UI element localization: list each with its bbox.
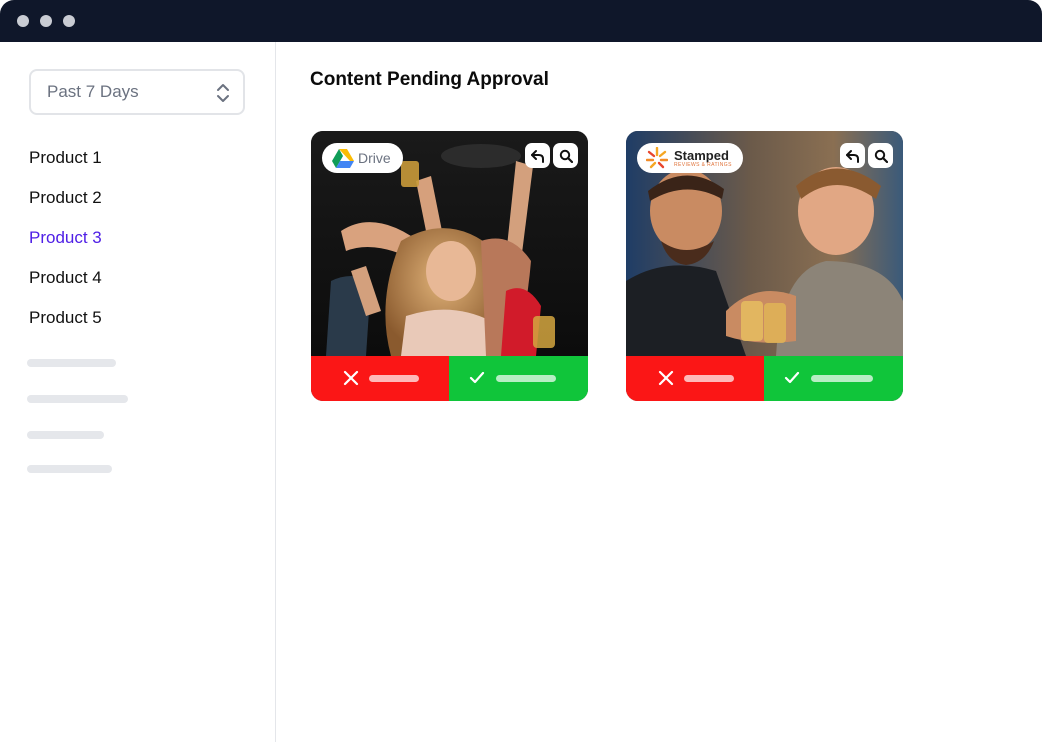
source-sublabel: REVIEWS & RATINGS [674,161,732,168]
page-title: Content Pending Approval [310,69,549,90]
source-label: Stamped [674,147,729,163]
reject-button[interactable] [311,356,449,401]
undo-icon [530,149,544,163]
approve-button[interactable] [449,356,588,401]
chevron-updown-icon [217,84,229,102]
skeleton-line [27,359,116,367]
approve-label-placeholder [496,375,556,382]
sidebar-item-product-4[interactable]: Product 4 [29,268,102,288]
skeleton-line [27,465,112,473]
content-card: Stamped REVIEWS & RATINGS [626,131,903,401]
skeleton-line [27,395,128,403]
undo-icon [845,149,859,163]
window-dot [40,15,52,27]
zoom-button[interactable] [868,143,893,168]
sidebar: Past 7 Days Product 1 Product 2 Product … [0,42,276,742]
skeleton-line [27,431,104,439]
window-dot [63,15,75,27]
google-drive-icon [332,148,354,168]
source-badge: Drive [322,143,403,173]
undo-button[interactable] [525,143,550,168]
zoom-button[interactable] [553,143,578,168]
sidebar-item-product-1[interactable]: Product 1 [29,148,102,168]
check-icon [784,371,800,384]
card-actions [626,356,903,401]
undo-button[interactable] [840,143,865,168]
stamped-logo-icon [646,147,668,169]
reject-label-placeholder [684,375,734,382]
sidebar-item-product-2[interactable]: Product 2 [29,188,102,208]
source-badge: Stamped REVIEWS & RATINGS [637,143,743,173]
stamped-wordmark: Stamped REVIEWS & RATINGS [674,149,732,168]
source-label: Drive [358,150,391,166]
window-titlebar [0,0,1042,42]
check-icon [469,371,485,384]
date-range-value: Past 7 Days [47,82,139,101]
approve-label-placeholder [811,375,873,382]
sidebar-item-product-5[interactable]: Product 5 [29,308,102,328]
reject-button[interactable] [626,356,764,401]
reject-label-placeholder [369,375,419,382]
sidebar-item-product-3[interactable]: Product 3 [29,228,102,248]
window-dot [17,15,29,27]
search-icon [559,149,573,163]
app-window: Past 7 Days Product 1 Product 2 Product … [0,0,1042,742]
date-range-select[interactable]: Past 7 Days [29,69,245,115]
close-icon [343,370,359,386]
card-actions [311,356,588,401]
close-icon [658,370,674,386]
approve-button[interactable] [764,356,903,401]
search-icon [874,149,888,163]
content-card: Drive [311,131,588,401]
